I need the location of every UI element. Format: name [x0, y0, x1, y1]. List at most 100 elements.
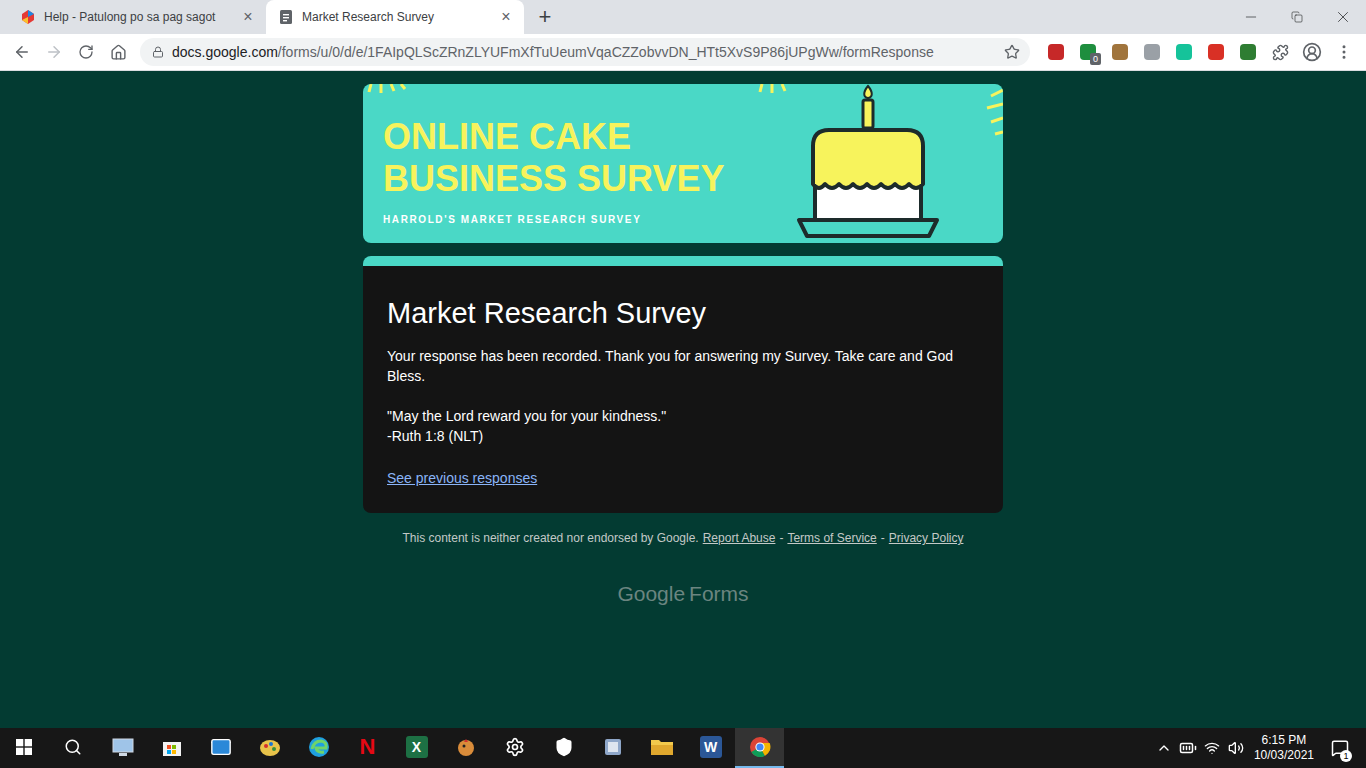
extension-button[interactable]: 0	[1072, 36, 1104, 68]
browser-tab[interactable]: Market Research Survey ×	[266, 0, 524, 34]
back-button[interactable]	[6, 36, 38, 68]
tab-label: Market Research Survey	[302, 10, 488, 24]
extension-button[interactable]	[1232, 36, 1264, 68]
footer-link[interactable]: Privacy Policy	[889, 531, 964, 545]
minimize-button[interactable]	[1228, 0, 1274, 34]
restore-button[interactable]	[1274, 0, 1320, 34]
previous-responses-link[interactable]: See previous responses	[387, 470, 537, 486]
network-button[interactable]	[1200, 728, 1224, 768]
extensions-menu-button[interactable]	[1264, 36, 1296, 68]
taskbar-app[interactable]	[588, 728, 637, 768]
new-tab-button[interactable]: +	[530, 0, 560, 34]
puzzle-icon	[1272, 44, 1289, 61]
quote-reference: -Ruth 1:8 (NLT)	[387, 426, 979, 446]
forms-favicon-icon	[278, 9, 294, 25]
reload-button[interactable]	[70, 36, 102, 68]
menu-button[interactable]	[1328, 36, 1360, 68]
footer-separator: -	[779, 531, 783, 545]
taskbar-app[interactable]	[294, 728, 343, 768]
taskbar-app[interactable]	[441, 728, 490, 768]
show-desktop-button[interactable]	[1360, 728, 1366, 768]
tab-label: Help - Patulong po sa pag sagot	[44, 10, 230, 24]
form-title: Market Research Survey	[387, 294, 979, 332]
extension-button[interactable]	[1200, 36, 1232, 68]
google-forms-logo[interactable]: GoogleForms	[363, 582, 1003, 606]
taskbar-app[interactable]: W	[686, 728, 735, 768]
profile-button[interactable]	[1296, 36, 1328, 68]
settings-icon	[505, 737, 525, 757]
sparkle-icon	[367, 84, 407, 96]
close-button[interactable]	[1320, 0, 1366, 34]
sparkle-icon	[758, 84, 788, 96]
start-button[interactable]	[0, 728, 48, 768]
taskbar-app[interactable]	[490, 728, 539, 768]
system-tray: 6:15 PM10/03/2021 1	[1152, 728, 1366, 768]
home-icon	[110, 44, 127, 61]
extension-button[interactable]	[1168, 36, 1200, 68]
url-text: docs.google.com/forms/u/0/d/e/1FAIpQLScZ…	[172, 44, 996, 60]
help-site-favicon-icon	[20, 9, 36, 25]
office-app-icon: X	[406, 736, 428, 758]
more-icon	[1335, 43, 1353, 61]
browser-tab[interactable]: Help - Patulong po sa pag sagot ×	[8, 0, 266, 34]
browser-window: Help - Patulong po sa pag sagot×Market R…	[0, 0, 1366, 768]
taskbar-app[interactable]: X	[392, 728, 441, 768]
close-icon	[1334, 8, 1352, 26]
folder-icon	[650, 737, 674, 757]
confirmation-card: Market Research SurveyYour response has …	[363, 256, 1003, 513]
quote: "May the Lord reward you for your kindne…	[387, 406, 979, 426]
taskbar-app[interactable]	[147, 728, 196, 768]
extension-icon	[1144, 44, 1160, 60]
form-banner: ONLINE CAKEBUSINESS SURVEYHARROLD'S MARK…	[363, 84, 1003, 243]
forward-button[interactable]	[38, 36, 70, 68]
extension-button[interactable]	[1104, 36, 1136, 68]
banner-title: ONLINE CAKE	[383, 116, 724, 158]
extension-button[interactable]	[1040, 36, 1072, 68]
clock[interactable]: 6:15 PM10/03/2021	[1248, 728, 1320, 768]
profile-icon	[1302, 42, 1322, 62]
footer-link[interactable]: Report Abuse	[703, 531, 776, 545]
taskbar-app[interactable]	[637, 728, 686, 768]
restore-icon	[1291, 11, 1303, 23]
chevron-up-icon	[1156, 740, 1172, 756]
security-icon	[554, 737, 574, 757]
taskbar: N X W 6:15 PM10/03/2021 1	[0, 728, 1366, 768]
game-icon	[455, 736, 477, 758]
action-center-button[interactable]: 1	[1320, 728, 1360, 768]
notification-badge: 1	[1340, 750, 1352, 762]
minimize-icon	[1243, 9, 1259, 25]
taskbar-app[interactable]	[735, 728, 784, 768]
address-bar[interactable]: docs.google.com/forms/u/0/d/e/1FAIpQLScZ…	[140, 38, 1030, 66]
volume-button[interactable]	[1224, 728, 1248, 768]
extension-button[interactable]	[1136, 36, 1168, 68]
footer-notice: This content is neither created nor endo…	[403, 531, 699, 545]
home-button[interactable]	[102, 36, 134, 68]
extension-icon	[1112, 44, 1128, 60]
show-hidden-icons-button[interactable]	[1152, 728, 1176, 768]
battery-button[interactable]	[1176, 728, 1200, 768]
windows-logo-icon	[16, 739, 32, 755]
footer-separator: -	[881, 531, 885, 545]
tool-icon	[602, 736, 624, 758]
footer-link[interactable]: Terms of Service	[787, 531, 876, 545]
search-icon	[64, 738, 82, 756]
banner-subtitle: HARROLD'S MARKET RESEARCH SURVEY	[383, 214, 724, 225]
netflix-icon: N	[360, 734, 376, 760]
extension-badge: 0	[1090, 53, 1101, 65]
tab-close-button[interactable]: ×	[496, 7, 516, 27]
taskbar-app[interactable]: N	[343, 728, 392, 768]
tab-close-button[interactable]: ×	[238, 7, 258, 27]
sparkle-icon	[973, 84, 1003, 140]
lock-icon	[152, 46, 164, 58]
paint-icon	[259, 736, 281, 758]
toolbar: docs.google.com/forms/u/0/d/e/1FAIpQLScZ…	[0, 34, 1366, 71]
taskbar-app[interactable]	[98, 728, 147, 768]
form-page: ONLINE CAKEBUSINESS SURVEYHARROLD'S MARK…	[0, 71, 1366, 728]
reload-icon	[78, 44, 94, 60]
taskbar-app[interactable]	[196, 728, 245, 768]
search-button[interactable]	[48, 728, 98, 768]
this-pc-icon	[111, 736, 135, 758]
bookmark-star-icon[interactable]	[1004, 44, 1020, 60]
taskbar-app[interactable]	[539, 728, 588, 768]
taskbar-app[interactable]	[245, 728, 294, 768]
